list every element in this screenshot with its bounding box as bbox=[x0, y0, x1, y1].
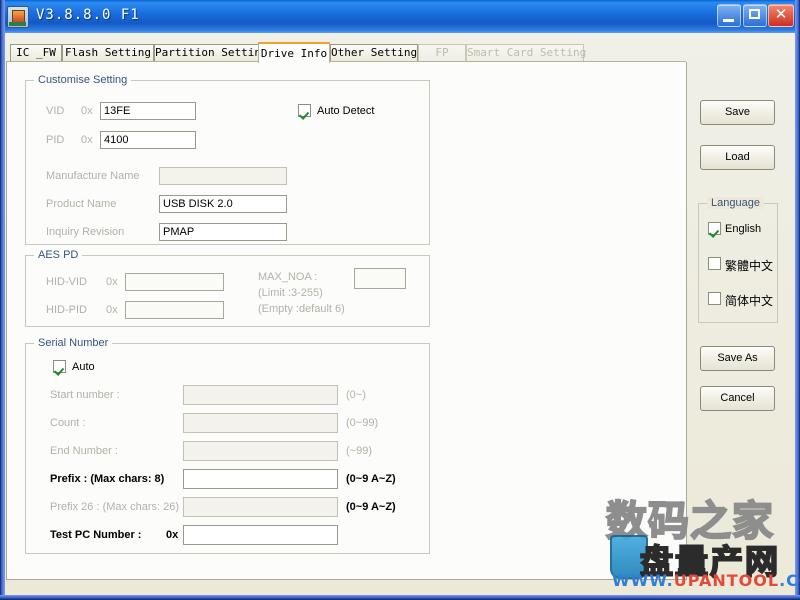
aes-pd-group: AES PD HID-VID 0x HID-PID 0x MAX_NOA : (… bbox=[25, 255, 430, 327]
hid-pid-input[interactable] bbox=[125, 301, 224, 319]
save-button[interactable]: Save bbox=[700, 100, 775, 125]
drive-info-panel: Customise Setting VID 0x 13FE PID 0x 410… bbox=[6, 62, 687, 580]
prefix-input[interactable] bbox=[183, 469, 338, 489]
serial-number-title: Serial Number bbox=[34, 337, 112, 349]
pid-hex-prefix: 0x bbox=[81, 134, 93, 146]
product-name-input[interactable]: USB DISK 2.0 bbox=[159, 195, 287, 213]
test-pc-number-input[interactable] bbox=[183, 525, 338, 545]
count-hint: (0~99) bbox=[346, 417, 378, 429]
minimize-button[interactable] bbox=[717, 4, 741, 27]
end-number-label: End Number : bbox=[50, 445, 118, 457]
vid-input[interactable]: 13FE bbox=[100, 102, 196, 120]
window-border-bottom bbox=[0, 595, 800, 600]
window-title: V3.8.8.0 F1 bbox=[36, 7, 140, 23]
pid-label: PID bbox=[46, 134, 64, 146]
max-noa-label: MAX_NOA : bbox=[258, 271, 317, 283]
title-bar[interactable]: V3.8.8.0 F1 ✕ bbox=[0, 0, 800, 33]
aes-pd-title: AES PD bbox=[34, 249, 82, 261]
language-label-english[interactable]: English bbox=[725, 223, 761, 235]
tab-flash-setting[interactable]: Flash Setting bbox=[62, 44, 154, 61]
customise-setting-title: Customise Setting bbox=[34, 74, 131, 86]
hid-pid-label: HID-PID bbox=[46, 304, 87, 316]
close-button[interactable]: ✕ bbox=[768, 4, 794, 27]
max-noa-limit-hint: (Limit :3-255) bbox=[258, 287, 323, 299]
manufacture-name-label: Manufacture Name bbox=[46, 170, 140, 182]
tab-smart-card-setting: Smart Card Setting bbox=[466, 44, 584, 61]
inquiry-revision-label: Inquiry Revision bbox=[46, 226, 124, 238]
hid-vid-input[interactable] bbox=[125, 273, 224, 291]
end-number-hint: (~99) bbox=[346, 445, 372, 457]
load-button[interactable]: Load bbox=[700, 145, 775, 170]
product-name-label: Product Name bbox=[46, 198, 116, 210]
serial-auto-label[interactable]: Auto bbox=[72, 361, 95, 373]
auto-detect-checkbox[interactable] bbox=[298, 104, 311, 117]
count-label: Count : bbox=[50, 417, 85, 429]
language-checkbox-simplified-chinese[interactable] bbox=[708, 292, 721, 305]
customise-setting-group: Customise Setting VID 0x 13FE PID 0x 410… bbox=[25, 80, 430, 245]
count-input[interactable] bbox=[183, 413, 338, 433]
language-group-title: Language bbox=[707, 197, 764, 209]
max-noa-empty-hint: (Empty :default 6) bbox=[258, 303, 345, 315]
save-as-button[interactable]: Save As bbox=[700, 346, 775, 371]
tab-other-setting[interactable]: Other Setting bbox=[330, 44, 418, 61]
inquiry-revision-input[interactable]: PMAP bbox=[159, 223, 287, 241]
hid-vid-label: HID-VID bbox=[46, 276, 87, 288]
language-group: Language English 繁體中文 简体中文 bbox=[698, 203, 778, 323]
close-icon: ✕ bbox=[769, 5, 793, 26]
app-icon bbox=[7, 6, 29, 28]
tab-fp: FP bbox=[418, 44, 466, 61]
application-window: V3.8.8.0 F1 ✕ IC _FW Flash Setting Parti… bbox=[0, 0, 800, 600]
manufacture-name-input[interactable] bbox=[159, 167, 287, 185]
auto-detect-label[interactable]: Auto Detect bbox=[317, 105, 374, 117]
tab-ic-fw[interactable]: IC _FW bbox=[10, 44, 62, 61]
prefix-label: Prefix : (Max chars: 8) bbox=[50, 473, 164, 485]
prefix26-input[interactable] bbox=[183, 497, 338, 517]
language-checkbox-traditional-chinese[interactable] bbox=[708, 257, 721, 270]
pid-input[interactable]: 4100 bbox=[100, 131, 196, 149]
start-number-label: Start number : bbox=[50, 389, 120, 401]
language-label-traditional-chinese[interactable]: 繁體中文 bbox=[725, 257, 773, 274]
max-noa-input[interactable] bbox=[354, 268, 406, 289]
vid-hex-prefix: 0x bbox=[81, 105, 93, 117]
tab-partition-setting[interactable]: Partition Setting bbox=[154, 44, 268, 61]
end-number-input[interactable] bbox=[183, 441, 338, 461]
language-label-simplified-chinese[interactable]: 简体中文 bbox=[725, 292, 773, 309]
prefix26-label: Prefix 26 : (Max chars: 26) bbox=[50, 501, 179, 513]
tab-strip: IC _FW Flash Setting Partition Setting D… bbox=[6, 42, 686, 62]
test-pc-number-hex-prefix: 0x bbox=[166, 529, 178, 541]
prefix26-hint: (0~9 A~Z) bbox=[346, 501, 396, 513]
tab-drive-info[interactable]: Drive Info bbox=[258, 42, 330, 63]
hid-vid-hex-prefix: 0x bbox=[106, 276, 118, 288]
maximize-button[interactable] bbox=[743, 4, 767, 27]
language-checkbox-english[interactable] bbox=[708, 222, 721, 235]
sidebar: Save Load Language English 繁體中文 简体中文 Sav… bbox=[690, 38, 795, 583]
start-number-hint: (0~) bbox=[346, 389, 366, 401]
prefix-hint: (0~9 A~Z) bbox=[346, 473, 396, 485]
vid-label: VID bbox=[46, 105, 64, 117]
start-number-input[interactable] bbox=[183, 385, 338, 405]
hid-pid-hex-prefix: 0x bbox=[106, 304, 118, 316]
window-border-right bbox=[795, 0, 800, 600]
test-pc-number-label: Test PC Number : bbox=[50, 529, 141, 541]
serial-number-group: Serial Number Auto Start number : (0~) C… bbox=[25, 343, 430, 554]
window-border-left bbox=[0, 0, 5, 600]
serial-auto-checkbox[interactable] bbox=[53, 360, 66, 373]
cancel-button[interactable]: Cancel bbox=[700, 386, 775, 411]
